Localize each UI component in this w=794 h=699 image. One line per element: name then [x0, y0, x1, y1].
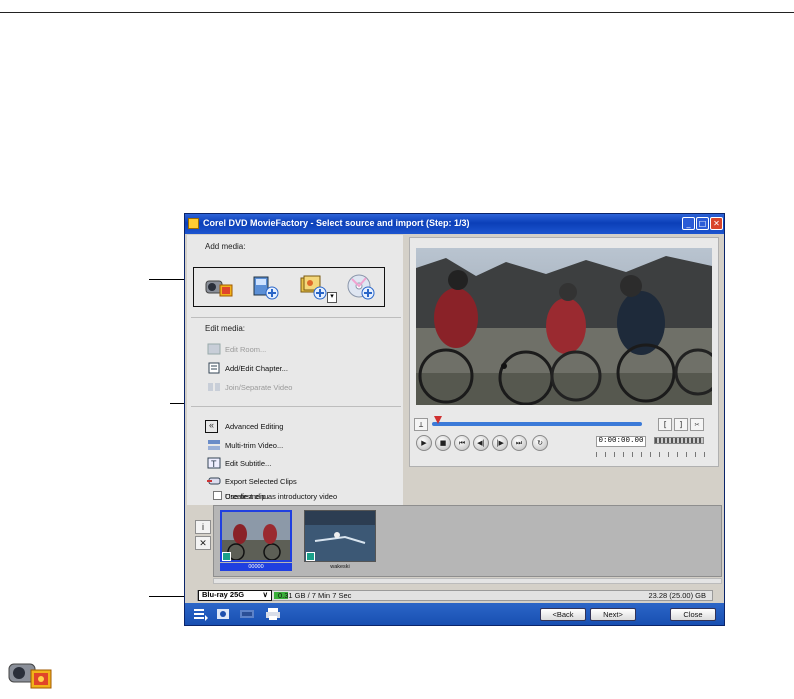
disc-type-select[interactable]: Blu-ray 25G ∨	[198, 590, 272, 601]
add-media-label: Add media:	[205, 242, 246, 251]
video-preview	[416, 248, 712, 405]
multi-trim-icon	[207, 439, 221, 451]
delete-clip-button[interactable]: ✕	[195, 536, 211, 550]
volume-slider[interactable]	[654, 437, 704, 444]
clip-caption: 00000	[220, 563, 292, 571]
home-button[interactable]: ⏮	[454, 435, 470, 451]
chevron-down-icon: ∨	[262, 590, 269, 599]
project-settings-icon[interactable]	[193, 607, 209, 621]
import-disc-icon[interactable]	[346, 273, 376, 301]
task-panel: Add media: ▾ Edit media: Edit Room... Ad	[187, 235, 403, 505]
intro-video-label: Use first clip as introductory video	[225, 492, 338, 501]
timecode-display[interactable]: 0:00:00.00	[596, 436, 646, 447]
camcorder-icon	[5, 652, 55, 694]
printer-icon[interactable]	[265, 607, 281, 621]
preview-panel: ⊥ [ ] ✂ ▶ ■ ⏮ ◀| |▶ ⏭ ↻ 0:00:00.00	[409, 237, 719, 467]
next-frame-button[interactable]: |▶	[492, 435, 508, 451]
close-window-button[interactable]: ✕	[710, 217, 723, 230]
cut-button[interactable]: ✂	[690, 418, 704, 431]
maximize-button[interactable]: □	[696, 217, 709, 230]
separator	[191, 406, 401, 407]
photo-dropdown-arrow[interactable]: ▾	[327, 292, 337, 303]
disc-status-bar: Blu-ray 25G ∨ 0.31 GB / 7 Min 7 Sec 23.2…	[197, 590, 713, 601]
info-button[interactable]: i	[195, 520, 211, 534]
advanced-editing-label[interactable]: Advanced Editing	[225, 422, 283, 431]
next-button[interactable]: Next>	[590, 608, 636, 621]
disc-usage-text: 0.31 GB / 7 Min 7 Sec	[278, 591, 352, 600]
chapter-icon	[207, 362, 221, 374]
play-button[interactable]: ▶	[416, 435, 432, 451]
window-title: Corel DVD MovieFactory - Select source a…	[203, 218, 470, 228]
end-button[interactable]: ⏭	[511, 435, 527, 451]
media-clip-strip: 00000 wakeski	[213, 505, 722, 577]
clip-thumbnail[interactable]: 00000	[220, 510, 292, 571]
minimize-button[interactable]: _	[682, 217, 695, 230]
bottom-toolbar: <Back Next> Close	[185, 603, 724, 625]
export-clips-icon	[207, 475, 221, 487]
disc-output-icon[interactable]	[239, 607, 255, 621]
back-button[interactable]: <Back	[540, 608, 586, 621]
disc-capacity-text: 23.28 (25.00) GB	[648, 591, 706, 600]
mark-in-button[interactable]: [	[658, 418, 672, 431]
clip-thumbnail[interactable]: wakeski	[304, 510, 376, 570]
repeat-button[interactable]: ↻	[532, 435, 548, 451]
title-bar[interactable]: Corel DVD MovieFactory - Select source a…	[185, 214, 724, 234]
import-photo-icon[interactable]	[298, 273, 328, 301]
mark-out-button[interactable]: ]	[674, 418, 688, 431]
previous-frame-button[interactable]: ◀|	[473, 435, 489, 451]
marker-icon[interactable]: ⊥	[414, 418, 428, 431]
import-video-icon[interactable]	[250, 273, 280, 301]
camcorder-icon[interactable]	[204, 273, 234, 301]
clip-badge	[222, 552, 231, 561]
separator	[191, 317, 401, 318]
edit-room-icon	[207, 343, 221, 355]
intro-video-checkbox[interactable]	[213, 491, 222, 500]
timeline-ticks	[596, 452, 706, 457]
page-rule	[0, 12, 794, 13]
svg-text:T: T	[211, 459, 217, 469]
subtitle-icon: T	[207, 457, 221, 469]
advanced-editing-toggle[interactable]: «	[205, 420, 218, 433]
app-icon	[188, 218, 199, 229]
disc-type-value: Blu-ray 25G	[202, 590, 245, 599]
join-video-icon	[207, 381, 221, 393]
close-button[interactable]: Close	[670, 608, 716, 621]
stop-button[interactable]: ■	[435, 435, 451, 451]
clip-badge	[306, 552, 315, 561]
app-window: Corel DVD MovieFactory - Select source a…	[184, 213, 725, 626]
edit-media-label: Edit media:	[205, 324, 246, 333]
clip-caption: wakeski	[330, 564, 350, 570]
scrub-bar[interactable]	[432, 422, 642, 426]
add-media-toolbar: ▾	[193, 267, 385, 307]
clip-strip-scrollbar[interactable]	[213, 578, 722, 584]
gear-icon[interactable]	[215, 607, 231, 621]
